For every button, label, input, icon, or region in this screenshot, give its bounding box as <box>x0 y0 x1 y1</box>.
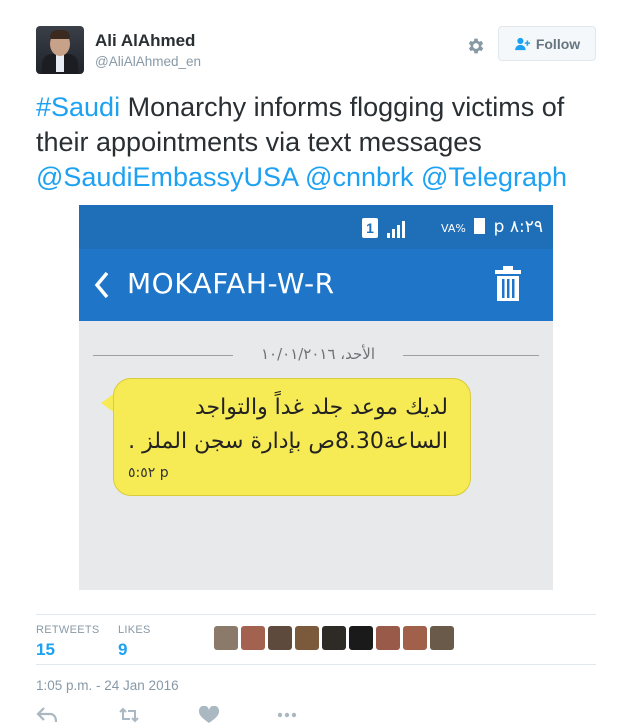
like-icon[interactable] <box>198 706 220 724</box>
follow-label: Follow <box>535 35 581 52</box>
conversation-title-bar: MOKAFAH-W-R <box>79 249 553 321</box>
more-icon[interactable] <box>276 706 298 724</box>
message-bubble: لديك موعد جلد غداً والتواجد الساعة8.30ص … <box>113 378 471 496</box>
liker-avatars <box>214 626 454 654</box>
liker-avatar[interactable] <box>241 626 265 650</box>
phone-status-bar: 1 VA% p ٨:٢٩ <box>79 205 553 249</box>
mention-link[interactable]: @Telegraph <box>421 162 567 192</box>
status-time: p ٨:٢٩ <box>493 217 543 237</box>
retweets-count: 15 <box>36 640 55 659</box>
message-text: لديك موعد جلد غداً والتواجد الساعة8.30ص … <box>128 391 448 459</box>
sim-icon: 1 <box>362 218 378 238</box>
tweet-timestamp[interactable]: 1:05 p.m. - 24 Jan 2016 <box>36 678 179 693</box>
mention-link[interactable]: @SaudiEmbassyUSA <box>36 162 298 192</box>
message-line: الساعة8.30ص بإدارة سجن الملز . <box>128 429 448 454</box>
date-label: الأحد، ١٠/٠١/٢٠١٦ <box>260 345 376 363</box>
reply-icon[interactable] <box>36 706 58 724</box>
liker-avatar[interactable] <box>430 626 454 650</box>
gear-icon[interactable] <box>466 36 486 56</box>
liker-avatar[interactable] <box>295 626 319 650</box>
mention-link[interactable]: @cnnbrk <box>305 162 413 192</box>
tweet-actions <box>36 706 336 724</box>
battery-icon <box>474 218 486 234</box>
tweet-text: #Saudi Monarchy informs flogging victims… <box>36 90 606 195</box>
divider <box>36 664 596 665</box>
add-user-icon <box>514 37 530 50</box>
chevron-left-icon[interactable] <box>91 267 113 303</box>
retweets-label: RETWEETS <box>36 624 100 636</box>
message-time: p ٥:٥٢ <box>128 465 169 481</box>
liker-avatar[interactable] <box>349 626 373 650</box>
contact-name: MOKAFAH-W-R <box>127 267 335 300</box>
retweet-icon[interactable] <box>118 706 140 724</box>
signal-icon <box>387 221 405 238</box>
battery-percent: VA% <box>441 222 466 235</box>
author-handle[interactable]: @AliAlAhmed_en <box>95 54 201 69</box>
retweets-stat[interactable]: RETWEETS 15 <box>36 624 100 660</box>
likes-stat[interactable]: LIKES 9 <box>118 624 151 660</box>
hashtag-link[interactable]: #Saudi <box>36 92 120 122</box>
liker-avatar[interactable] <box>376 626 400 650</box>
liker-avatar[interactable] <box>214 626 238 650</box>
follow-button[interactable]: Follow <box>498 26 596 61</box>
likes-label: LIKES <box>118 624 151 636</box>
trash-icon[interactable] <box>493 265 523 303</box>
liker-avatar[interactable] <box>268 626 292 650</box>
likes-count: 9 <box>118 640 128 659</box>
date-separator: الأحد، ١٠/٠١/٢٠١٦ <box>93 345 539 365</box>
status-text: VA% p ٨:٢٩ <box>441 217 543 237</box>
tweet-header: Ali AlAhmed @AliAlAhmed_en Follow <box>36 26 596 76</box>
author-name[interactable]: Ali AlAhmed <box>95 31 195 51</box>
tweet-media[interactable]: 1 VA% p ٨:٢٩ MOKAFAH-W-R الأحد، ١٠/٠١/٢٠… <box>79 205 553 590</box>
liker-avatar[interactable] <box>403 626 427 650</box>
message-line: لديك موعد جلد غداً والتواجد <box>194 395 448 420</box>
divider <box>36 614 596 615</box>
avatar[interactable] <box>36 26 84 74</box>
liker-avatar[interactable] <box>322 626 346 650</box>
